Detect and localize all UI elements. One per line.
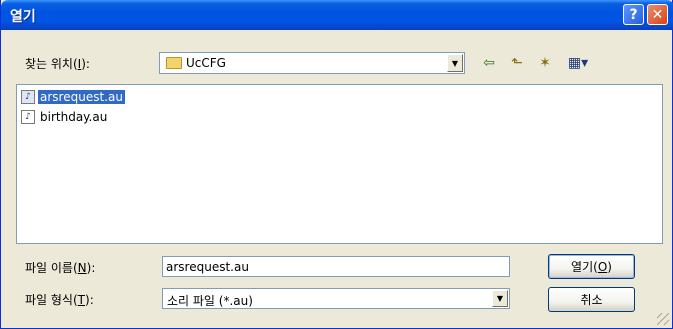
help-button[interactable]: ? [623, 4, 644, 25]
filetype-label: 파일 형식(T): [25, 291, 94, 308]
open-button[interactable]: 열기(O) [548, 254, 635, 279]
filename-label-suffix: ): [86, 261, 96, 275]
file-list[interactable]: ♪ arsrequest.au ♪ birthday.au [16, 84, 663, 244]
audio-file-icon: ♪ [21, 90, 35, 104]
file-name: arsrequest.au [38, 90, 125, 104]
resize-grip[interactable] [657, 313, 669, 325]
filetype-value: 소리 파일 (*.au) [167, 294, 253, 308]
filetype-label-text: 파일 형식( [25, 293, 78, 307]
location-label-text: 찾는 위치( [25, 57, 78, 71]
open-label-key: O [597, 259, 608, 274]
title-bar[interactable]: 열기 ? ✕ [1, 0, 673, 30]
open-dialog: 열기 ? ✕ 찾는 위치(I): UcCFG ▼ ⇦ ⬑ ✶ ▦▾ ♪ arsr… [0, 0, 673, 329]
audio-file-icon: ♪ [21, 110, 35, 124]
cancel-button[interactable]: 취소 [548, 287, 635, 312]
folder-icon [166, 57, 182, 69]
list-item[interactable]: ♪ birthday.au [21, 109, 109, 125]
location-label-suffix: ): [81, 57, 90, 71]
filename-label-key: N [77, 261, 87, 275]
window-title: 열기 [10, 9, 36, 25]
filetype-label-suffix: ): [85, 293, 94, 307]
filename-input[interactable]: arsrequest.au [162, 256, 510, 277]
open-label-suffix: ) [607, 259, 612, 274]
view-menu-icon[interactable]: ▦▾ [563, 53, 593, 73]
location-dropdown[interactable]: UcCFG ▼ [159, 52, 465, 74]
chevron-down-icon[interactable]: ▼ [492, 290, 508, 307]
open-label: 열기( [571, 260, 598, 274]
filename-label: 파일 이름(N): [25, 259, 95, 276]
close-button[interactable]: ✕ [647, 4, 668, 25]
filetype-dropdown[interactable]: 소리 파일 (*.au) ▼ [162, 288, 510, 309]
up-folder-icon[interactable]: ⬑ [507, 53, 527, 73]
file-name: birthday.au [40, 110, 108, 124]
back-icon[interactable]: ⇦ [479, 53, 499, 73]
filename-value: arsrequest.au [166, 260, 249, 274]
list-item[interactable]: ♪ arsrequest.au [21, 89, 125, 105]
chevron-down-icon[interactable]: ▼ [447, 54, 463, 72]
filetype-label-key: T [77, 293, 86, 307]
new-folder-icon[interactable]: ✶ [535, 53, 555, 73]
location-value: UcCFG [186, 56, 226, 70]
filename-label-text: 파일 이름( [25, 261, 78, 275]
location-label: 찾는 위치(I): [25, 55, 90, 72]
